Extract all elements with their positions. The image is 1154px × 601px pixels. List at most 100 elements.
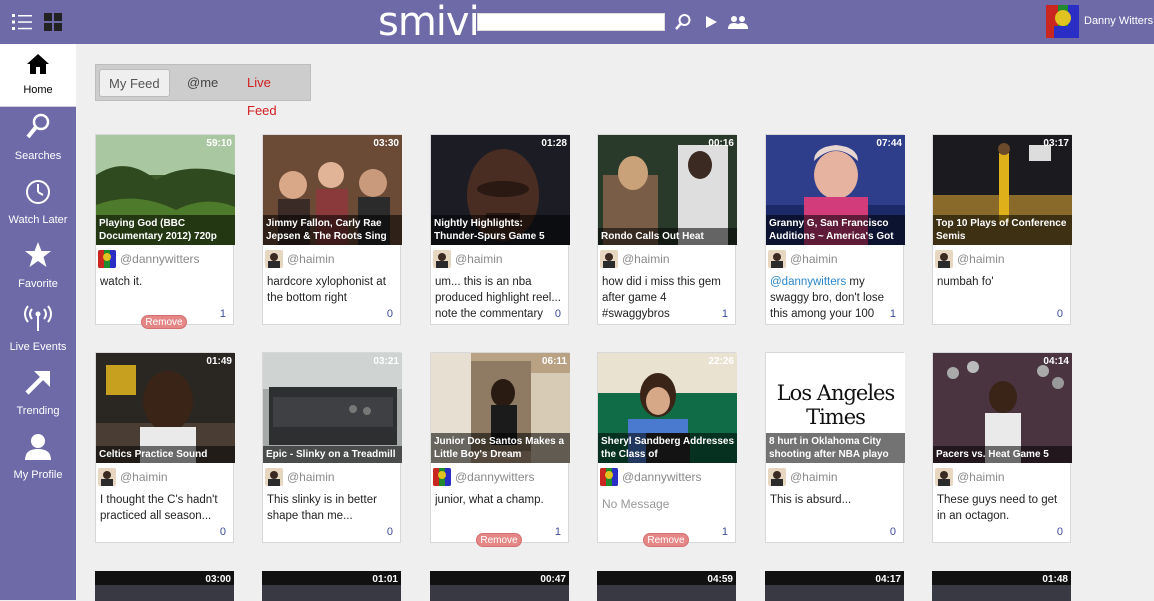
- comment-count[interactable]: 0: [1057, 308, 1063, 320]
- poster[interactable]: @haimin: [433, 249, 503, 269]
- avatar[interactable]: [768, 468, 786, 486]
- video-card[interactable]: 01:48: [932, 571, 1071, 601]
- video-title[interactable]: Sheryl Sandberg Addresses the Class of: [598, 433, 737, 463]
- video-title[interactable]: Top 10 Plays of Conference Semis: [933, 215, 1072, 245]
- avatar[interactable]: [600, 468, 618, 486]
- video-card[interactable]: 04:59: [597, 571, 736, 601]
- avatar[interactable]: [433, 250, 451, 268]
- poster[interactable]: @dannywitters: [600, 467, 702, 487]
- video-card[interactable]: 00:16 Rondo Calls Out Heat @haimin how d…: [597, 134, 737, 325]
- avatar[interactable]: [1046, 5, 1079, 38]
- video-thumbnail[interactable]: 22:26 Sheryl Sandberg Addresses the Clas…: [598, 353, 737, 463]
- list-view-icon[interactable]: [12, 11, 34, 33]
- sidebar-item-live-events[interactable]: Live Events: [0, 301, 76, 364]
- comment-count[interactable]: 1: [722, 308, 728, 320]
- poster-username[interactable]: @haimin: [455, 252, 503, 266]
- grid-view-icon[interactable]: [42, 11, 64, 33]
- poster[interactable]: @haimin: [768, 249, 838, 269]
- avatar[interactable]: [98, 250, 116, 268]
- people-icon[interactable]: [727, 11, 749, 33]
- poster[interactable]: @dannywitters: [98, 249, 200, 269]
- poster-username[interactable]: @dannywitters: [120, 252, 200, 266]
- video-card[interactable]: 01:01: [262, 571, 401, 601]
- tab-live-feed[interactable]: Live Feed: [238, 69, 310, 118]
- remove-button[interactable]: Remove: [141, 315, 187, 329]
- logo[interactable]: smivi: [378, 1, 480, 43]
- video-thumbnail[interactable]: Los Angeles Times 8 hurt in Oklahoma Cit…: [766, 353, 905, 463]
- video-card[interactable]: Los Angeles Times 8 hurt in Oklahoma Cit…: [765, 352, 905, 543]
- comment-count[interactable]: 1: [722, 526, 728, 538]
- video-title[interactable]: Playing God (BBC Documentary 2012) 720p: [96, 215, 235, 245]
- poster-username[interactable]: @dannywitters: [622, 470, 702, 484]
- avatar[interactable]: [935, 250, 953, 268]
- comment-count[interactable]: 0: [387, 526, 393, 538]
- video-thumbnail[interactable]: 59:10 Playing God (BBC Documentary 2012)…: [96, 135, 235, 245]
- video-thumbnail[interactable]: 03:21 Epic - Slinky on a Treadmill: [263, 353, 402, 463]
- video-card[interactable]: 07:44 Granny G, San Francisco Auditions …: [765, 134, 905, 325]
- play-icon[interactable]: [700, 11, 722, 33]
- poster-username[interactable]: @haimin: [957, 470, 1005, 484]
- poster-username[interactable]: @haimin: [790, 470, 838, 484]
- avatar[interactable]: [600, 250, 618, 268]
- video-card[interactable]: 03:17 Top 10 Plays of Conference Semis @…: [932, 134, 1072, 325]
- video-card[interactable]: 04:14 Pacers vs. Heat Game 5 @haimin The…: [932, 352, 1072, 543]
- avatar[interactable]: [935, 468, 953, 486]
- sidebar-item-home[interactable]: Home: [0, 44, 76, 107]
- video-title[interactable]: Jimmy Fallon, Carly Rae Jepsen & The Roo…: [263, 215, 402, 245]
- comment-count[interactable]: 0: [220, 526, 226, 538]
- poster[interactable]: @haimin: [265, 467, 335, 487]
- video-thumbnail[interactable]: 01:49 Celtics Practice Sound: [96, 353, 235, 463]
- video-card[interactable]: 01:49 Celtics Practice Sound @haimin I t…: [95, 352, 235, 543]
- video-title[interactable]: 8 hurt in Oklahoma City shooting after N…: [766, 433, 905, 463]
- search-icon[interactable]: [672, 11, 694, 33]
- video-card[interactable]: 00:47: [430, 571, 569, 601]
- poster[interactable]: @haimin: [265, 249, 335, 269]
- video-title[interactable]: Celtics Practice Sound: [96, 446, 235, 463]
- video-thumbnail[interactable]: 07:44 Granny G, San Francisco Auditions …: [766, 135, 905, 245]
- search-input[interactable]: [477, 13, 665, 31]
- video-title[interactable]: Junior Dos Santos Makes a Little Boy's D…: [431, 433, 570, 463]
- video-thumbnail[interactable]: 00:16 Rondo Calls Out Heat: [598, 135, 737, 245]
- video-card[interactable]: 06:11 Junior Dos Santos Makes a Little B…: [430, 352, 570, 543]
- video-title[interactable]: Nightly Highlights: Thunder-Spurs Game 5: [431, 215, 570, 245]
- comment-count[interactable]: 0: [890, 526, 896, 538]
- sidebar-item-searches[interactable]: Searches: [0, 110, 76, 173]
- avatar[interactable]: [98, 468, 116, 486]
- video-card[interactable]: 03:21 Epic - Slinky on a Treadmill @haim…: [262, 352, 402, 543]
- video-thumbnail[interactable]: 01:28 Nightly Highlights: Thunder-Spurs …: [431, 135, 570, 245]
- sidebar-item-my-profile[interactable]: My Profile: [0, 429, 76, 492]
- tab-at-me[interactable]: @me: [178, 69, 227, 97]
- video-card[interactable]: 03:00: [95, 571, 234, 601]
- poster[interactable]: @haimin: [935, 467, 1005, 487]
- avatar[interactable]: [265, 468, 283, 486]
- poster-username[interactable]: @dannywitters: [455, 470, 535, 484]
- video-thumbnail[interactable]: 04:14 Pacers vs. Heat Game 5: [933, 353, 1072, 463]
- comment-count[interactable]: 1: [555, 526, 561, 538]
- remove-button[interactable]: Remove: [476, 533, 522, 547]
- avatar[interactable]: [265, 250, 283, 268]
- sidebar-item-watch-later[interactable]: Watch Later: [0, 174, 76, 237]
- sidebar-item-trending[interactable]: Trending: [0, 365, 76, 428]
- comment-count[interactable]: 1: [220, 308, 226, 320]
- video-title[interactable]: Pacers vs. Heat Game 5: [933, 446, 1072, 463]
- video-card[interactable]: 59:10 Playing God (BBC Documentary 2012)…: [95, 134, 235, 325]
- video-card[interactable]: 22:26 Sheryl Sandberg Addresses the Clas…: [597, 352, 737, 543]
- poster-username[interactable]: @haimin: [622, 252, 670, 266]
- video-thumbnail[interactable]: 03:30 Jimmy Fallon, Carly Rae Jepsen & T…: [263, 135, 402, 245]
- poster[interactable]: @haimin: [935, 249, 1005, 269]
- poster-username[interactable]: @haimin: [790, 252, 838, 266]
- avatar[interactable]: [433, 468, 451, 486]
- avatar[interactable]: [768, 250, 786, 268]
- poster-username[interactable]: @haimin: [120, 470, 168, 484]
- poster-username[interactable]: @haimin: [287, 252, 335, 266]
- poster-username[interactable]: @haimin: [957, 252, 1005, 266]
- remove-button[interactable]: Remove: [643, 533, 689, 547]
- poster[interactable]: @dannywitters: [433, 467, 535, 487]
- comment-count[interactable]: 0: [1057, 526, 1063, 538]
- video-title[interactable]: Granny G, San Francisco Auditions ~ Amer…: [766, 215, 905, 245]
- comment-count[interactable]: 0: [387, 308, 393, 320]
- poster[interactable]: @haimin: [98, 467, 168, 487]
- poster[interactable]: @haimin: [768, 467, 838, 487]
- comment-count[interactable]: 1: [890, 308, 896, 320]
- user-name[interactable]: Danny Witters: [1084, 15, 1153, 27]
